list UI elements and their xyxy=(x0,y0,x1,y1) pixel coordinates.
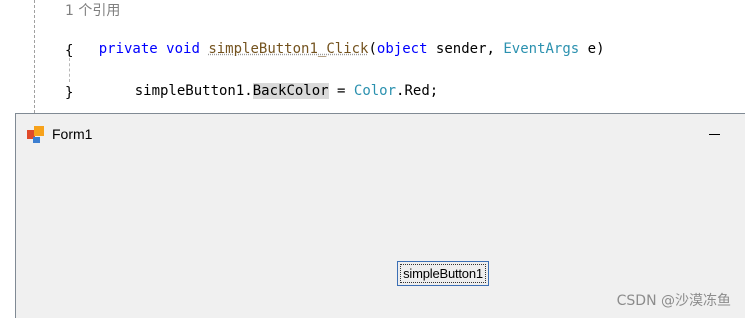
code-editor[interactable]: 1 个引用 private void simpleButton1_Click(o… xyxy=(0,0,745,113)
return-type: void xyxy=(166,41,200,57)
window-title: Form1 xyxy=(52,126,93,142)
param2-type: EventArgs xyxy=(503,41,580,57)
minimize-icon xyxy=(709,134,720,135)
simple-button-label: simpleButton1 xyxy=(403,266,483,281)
title-bar[interactable]: Form1 xyxy=(16,114,745,154)
simple-button[interactable]: simpleButton1 xyxy=(397,261,489,286)
param1-type: object xyxy=(376,41,428,57)
minimize-button[interactable] xyxy=(703,122,727,146)
close-brace: } xyxy=(65,85,74,101)
open-paren: ( xyxy=(368,41,377,57)
app-icon xyxy=(27,126,45,144)
access-keyword: private xyxy=(98,41,158,57)
method-name: simpleButton1_Click xyxy=(208,41,369,57)
param2-name: e) xyxy=(579,41,605,57)
statement-line[interactable]: simpleButton1.BackColor = Color.Red; xyxy=(101,64,438,118)
param1-name: sender, xyxy=(427,41,504,57)
form-window: Form1 simpleButton1 xyxy=(15,113,745,318)
inner-indent-guide xyxy=(69,58,70,82)
statement-type: Color xyxy=(353,83,397,99)
statement-target: simpleButton1. xyxy=(134,83,253,99)
reference-count[interactable]: 1 个引用 xyxy=(65,2,120,20)
watermark: CSDN @沙漠冻鱼 xyxy=(616,293,731,309)
statement-property: BackColor xyxy=(252,83,329,99)
indent-guide xyxy=(34,0,35,113)
statement-value: .Red; xyxy=(396,83,439,99)
statement-assign: = xyxy=(328,83,354,99)
